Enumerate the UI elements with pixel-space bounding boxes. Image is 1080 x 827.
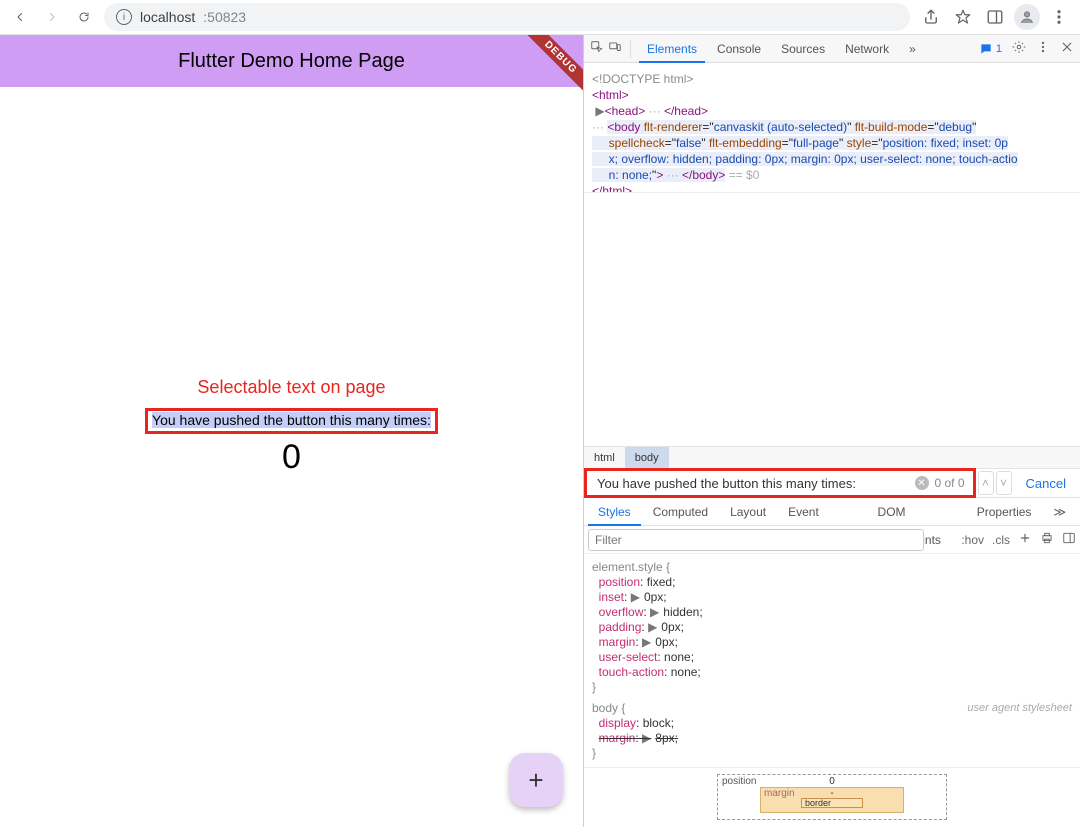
site-info-icon[interactable]: i [116,9,132,25]
devtools: Elements Console Sources Network » 1 <!D… [584,35,1080,827]
reload-button[interactable] [72,5,96,29]
breadcrumb-body[interactable]: body [625,447,669,469]
inspect-icon[interactable] [590,40,604,57]
fab-increment[interactable]: + [509,753,563,807]
elements-dom-tree[interactable]: <!DOCTYPE html> <html> ▶<head> ··· </hea… [584,63,1080,193]
cls-toggle[interactable]: .cls [992,533,1010,547]
toggle-pane-icon[interactable] [1062,531,1076,548]
subtab-dom-breakpoints[interactable]: DOM Breakpoints [868,498,965,526]
styles-tabs: Styles Computed Layout Event Listeners D… [584,498,1080,526]
elements-search-input[interactable] [595,475,909,492]
subtab-computed[interactable]: Computed [643,498,718,526]
url-host: localhost [140,9,195,25]
tab-sources[interactable]: Sources [773,35,833,63]
search-next-icon[interactable]: ˅ [996,471,1012,495]
side-panel-icon[interactable] [982,4,1008,30]
flutter-app: Flutter Demo Home Page DEBUG Selectable … [0,35,584,827]
styles-filter-row: :hov .cls [584,526,1080,554]
breadcrumb-html[interactable]: html [584,447,625,469]
bookmark-icon[interactable] [950,4,976,30]
counter-value: 0 [282,438,301,477]
subtab-styles[interactable]: Styles [588,498,641,526]
share-icon[interactable] [918,4,944,30]
add-rule-icon[interactable] [1018,531,1032,548]
browser-toolbar: i localhost :50823 [0,0,1080,35]
print-icon[interactable] [1040,531,1054,548]
forward-button[interactable] [40,5,64,29]
user-agent-stylesheet-label: user agent stylesheet [967,701,1072,716]
subtab-more[interactable]: ≫ [1043,498,1076,526]
styles-rules[interactable]: element.style { position: fixed; inset: … [584,554,1080,767]
elements-search-row: ✕ 0 of 0 ˄ ˅ Cancel [584,468,1080,498]
close-devtools-icon[interactable] [1060,40,1074,57]
app-body: Selectable text on page You have pushed … [0,87,583,827]
subtab-properties[interactable]: Properties [967,498,1042,526]
device-icon[interactable] [608,40,622,57]
app-bar: Flutter Demo Home Page [0,35,583,87]
pushed-text[interactable]: You have pushed the button this many tim… [152,412,431,428]
elements-whitespace [584,193,1080,446]
settings-icon[interactable] [1012,40,1026,57]
profile-avatar[interactable] [1014,4,1040,30]
subtab-event-listeners[interactable]: Event Listeners [778,498,865,526]
search-prev-icon[interactable]: ˄ [978,471,994,495]
url-port: :50823 [203,9,246,25]
tab-network[interactable]: Network [837,35,897,63]
search-result-count: 0 of 0 [935,476,965,490]
main-content: Flutter Demo Home Page DEBUG Selectable … [0,35,1080,827]
hov-toggle[interactable]: :hov [961,533,984,547]
tab-console[interactable]: Console [709,35,769,63]
browser-actions [918,4,1072,30]
tab-more[interactable]: » [901,35,924,63]
back-button[interactable] [8,5,32,29]
annotation-selectable: Selectable text on page [197,377,385,398]
subtab-layout[interactable]: Layout [720,498,776,526]
selected-text-highlight: You have pushed the button this many tim… [145,408,438,434]
elements-search-box: ✕ 0 of 0 [584,468,976,498]
address-bar[interactable]: i localhost :50823 [104,3,910,31]
messages-badge[interactable]: 1 [979,42,1002,56]
menu-icon[interactable] [1046,4,1072,30]
devtools-menu-icon[interactable] [1036,40,1050,57]
app-title: Flutter Demo Home Page [178,50,405,73]
search-cancel-button[interactable]: Cancel [1012,469,1080,497]
clear-search-icon[interactable]: ✕ [915,476,929,490]
styles-filter-input[interactable] [588,529,924,551]
tab-elements[interactable]: Elements [639,35,705,63]
box-model: position 0 margin - border [584,767,1080,827]
dom-breadcrumb: html body [584,446,1080,468]
devtools-tabs: Elements Console Sources Network » 1 [584,35,1080,63]
